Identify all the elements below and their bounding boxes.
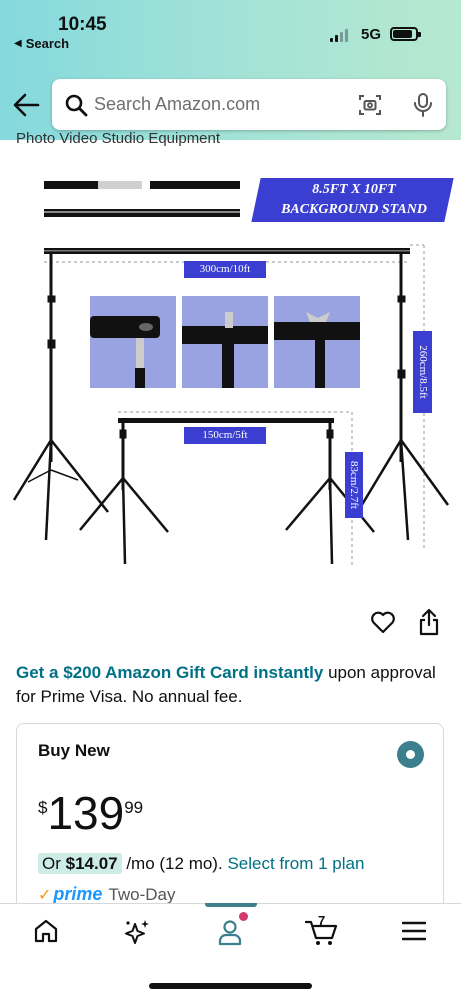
monthly-pill: Or $14.07 [38, 853, 122, 874]
width-large-label: 300cm/10ft [184, 261, 266, 278]
account-icon[interactable] [217, 918, 243, 946]
height-large-label: 260cm/8.5ft [413, 331, 432, 413]
product-image[interactable] [0, 160, 461, 580]
search-icon [65, 94, 88, 117]
prime-check-icon: ✓ [38, 886, 52, 904]
back-triangle-icon: ◀ [14, 38, 22, 49]
monthly-prefix: Or [42, 854, 66, 873]
right-large-stand-graphic [358, 254, 450, 541]
detail-panels-graphic [90, 296, 360, 388]
menu-icon[interactable] [402, 918, 426, 944]
app-header: 10:45 ◀ Search 5G [0, 0, 461, 140]
status-time: 10:45 [58, 14, 107, 35]
back-to-search-label: Search [25, 36, 70, 51]
height-small-text: 83cm/2.7ft [348, 461, 360, 509]
back-arrow-icon[interactable] [12, 92, 40, 118]
product-banner: 8.5FT X 10FT BACKGROUND STAND [256, 180, 452, 220]
prime-delivery: ✓ prime Two-Day [38, 884, 176, 905]
width-small-label: 150cm/5ft [184, 427, 266, 444]
cart-count: 7 [318, 913, 326, 928]
camera-scan-icon[interactable] [358, 93, 382, 117]
monthly-suffix: /mo (12 mo). [121, 854, 223, 873]
partial-product-title: Photo Video Studio Equipment [16, 130, 221, 147]
network-type: 5G [361, 26, 382, 43]
small-stands-graphic [79, 423, 375, 565]
back-to-search-link[interactable]: ◀ Search [14, 36, 69, 51]
home-indicator [149, 983, 312, 989]
price-currency: $ [38, 798, 48, 817]
home-icon[interactable] [33, 918, 59, 944]
signal-strength-icon [330, 28, 348, 42]
banner-line-1: 8.5FT X 10FT [312, 182, 396, 197]
share-icon[interactable] [418, 608, 440, 636]
price-whole: 139 [47, 787, 125, 839]
buy-box: Buy New $ 139 99 Or $14.07 /mo (12 mo). … [16, 723, 444, 923]
prime-visa-promo[interactable]: Get a $200 Amazon Gift Card instantly up… [16, 661, 446, 709]
select-plan-link[interactable]: Select from 1 plan [227, 854, 364, 873]
price-fraction: 99 [124, 798, 144, 817]
height-large-text: 260cm/8.5ft [416, 345, 429, 399]
promo-highlight[interactable]: Get a $200 Amazon Gift Card instantly [16, 663, 323, 682]
active-tab-indicator [205, 903, 257, 907]
heart-icon[interactable] [370, 610, 396, 634]
buy-new-radio[interactable] [397, 741, 424, 768]
height-small-label: 83cm/2.7ft [345, 452, 363, 518]
banner-line-2: BACKGROUND STAND [281, 202, 427, 217]
microphone-icon[interactable] [412, 92, 434, 118]
notification-dot [239, 912, 248, 921]
buy-new-title: Buy New [38, 741, 110, 760]
delivery-speed: Two-Day [108, 884, 176, 904]
search-input[interactable] [94, 91, 344, 117]
monthly-payment: Or $14.07 /mo (12 mo). Select from 1 pla… [38, 852, 364, 876]
battery-icon [390, 27, 421, 41]
monthly-amount: $14.07 [65, 854, 118, 873]
sparkle-ai-icon[interactable] [122, 918, 152, 946]
search-bar[interactable] [52, 79, 446, 130]
price: $ 139 99 [38, 790, 143, 836]
prime-logo: prime [53, 884, 103, 904]
crossbar-pieces-graphic [44, 181, 240, 217]
